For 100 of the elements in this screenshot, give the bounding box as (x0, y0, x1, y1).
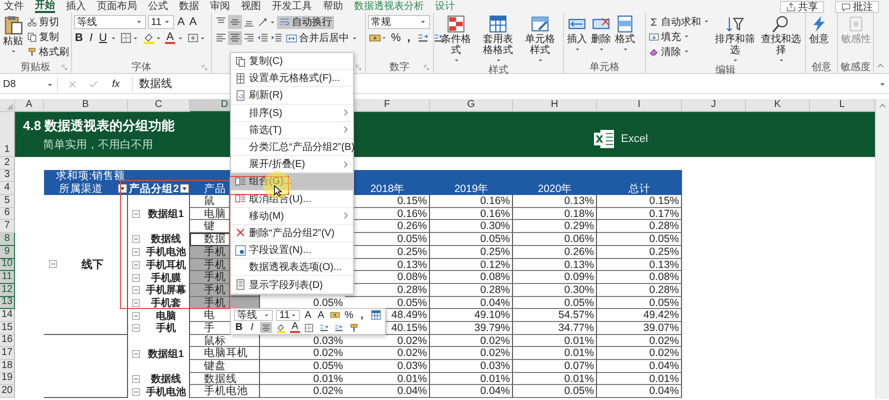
clear-button[interactable]: 清除 (648, 45, 711, 58)
menu-item[interactable]: 显示字段列表(D) (231, 276, 353, 294)
ribbon-tab[interactable]: 帮助 (323, 0, 343, 13)
row-header[interactable]: 2 (0, 157, 15, 170)
menu-item[interactable]: 移动(M) (231, 208, 353, 225)
borders-button[interactable] (303, 322, 315, 334)
paste-button[interactable]: 粘贴 (2, 15, 24, 55)
copy-button[interactable]: 复制 (26, 30, 70, 43)
row-header[interactable]: 8 (0, 233, 15, 246)
row-header[interactable]: 14 (0, 309, 15, 322)
autosum-button[interactable]: 自动求和 (648, 15, 711, 28)
increase-font-button[interactable]: A (303, 310, 313, 321)
row-header[interactable]: 13 (0, 296, 15, 310)
font-size-field[interactable]: 11 (276, 310, 300, 321)
ribbon-tab[interactable]: 视图 (241, 0, 261, 13)
filter-button[interactable] (180, 184, 189, 194)
format-painter-button[interactable]: 格式刷 (26, 45, 70, 58)
percent-button[interactable]: % (344, 310, 354, 321)
phonetic-button[interactable] (186, 31, 207, 45)
menu-item[interactable]: 字段设置(N)... (231, 242, 353, 260)
row-header[interactable]: 18 (0, 360, 15, 373)
decrease-font-button[interactable]: A (188, 15, 198, 29)
collapse-icon[interactable] (131, 285, 141, 296)
style-button[interactable]: 单元格样式 (520, 15, 560, 64)
ribbon-tab[interactable]: 审阅 (210, 0, 230, 13)
format-painter-button[interactable] (348, 322, 360, 334)
row-header[interactable]: 19 (0, 372, 15, 386)
ribbon-tab[interactable]: 设计 (435, 0, 455, 13)
menu-item[interactable]: 设置单元格格式(F)... (231, 70, 353, 88)
row-header[interactable]: 6 (0, 208, 15, 220)
vertical-scrollbar[interactable] (875, 99, 889, 399)
cut-button[interactable]: 剪切 (26, 15, 70, 28)
underline-button[interactable]: U (98, 31, 108, 45)
currency-button[interactable] (329, 310, 341, 321)
ribbon-tab[interactable]: 页面布局 (97, 0, 137, 13)
row-header[interactable]: 11 (0, 271, 15, 284)
collapse-icon[interactable] (131, 310, 141, 321)
column-header[interactable]: H (513, 99, 597, 112)
collapse-icon[interactable] (131, 386, 141, 397)
column-header[interactable]: I (597, 99, 682, 112)
cells-button[interactable]: 插入 (566, 15, 588, 53)
cells-button[interactable]: 删除 (590, 15, 612, 53)
ribbon-tab[interactable]: 公式 (148, 0, 168, 13)
column-header[interactable]: L (810, 99, 875, 112)
row-header[interactable]: 3 (0, 170, 15, 182)
comma-button[interactable]: , (357, 310, 367, 321)
font-name-field[interactable]: 等线 (234, 310, 274, 321)
row-header[interactable]: 4 (0, 182, 15, 196)
collapse-icon[interactable] (131, 209, 141, 220)
increase-decimal-button[interactable] (318, 322, 330, 334)
fill-button[interactable]: 填充 (648, 30, 711, 43)
collapse-icon[interactable] (131, 272, 141, 283)
ribbon-tab[interactable]: 开发工具 (272, 0, 312, 13)
find-select-button[interactable]: 查找和选择 (759, 15, 803, 64)
row-header[interactable]: 16 (0, 334, 15, 348)
ribbon-tab[interactable]: 数据透视表分析 (354, 0, 424, 13)
format-cells-button[interactable] (370, 310, 382, 321)
menu-item[interactable]: 复制(C) (231, 53, 353, 70)
row-header[interactable]: 7 (0, 220, 15, 234)
column-header[interactable]: G (430, 99, 513, 112)
column-header[interactable]: J (682, 99, 746, 112)
filter-button[interactable] (118, 184, 127, 194)
share-button[interactable]: 共享 (780, 0, 824, 12)
align-middle-button[interactable] (228, 15, 242, 29)
row-header[interactable]: 15 (0, 322, 15, 335)
percent-button[interactable]: % (390, 31, 402, 45)
ribbon-tab[interactable]: 插入 (66, 0, 86, 13)
bold-button[interactable]: B (74, 31, 84, 45)
name-box[interactable]: D8 (0, 77, 58, 92)
collapse-icon[interactable] (48, 259, 58, 270)
column-header[interactable]: A (15, 99, 44, 112)
menu-item[interactable]: 分类汇总“产品分组2”(B) (231, 138, 353, 156)
cells-button[interactable]: 格式 (614, 15, 636, 53)
font-size-field[interactable]: 11 (148, 15, 174, 29)
ideas-button[interactable]: 创意 (808, 15, 830, 45)
font-color-button[interactable]: A (165, 32, 175, 44)
collapse-icon[interactable] (131, 323, 141, 334)
menu-item[interactable]: 删除“产品分组2”(V) (231, 224, 353, 242)
row-header[interactable]: 12 (0, 284, 15, 297)
italic-button[interactable]: I (86, 31, 96, 45)
borders-button[interactable] (119, 31, 140, 45)
row-header[interactable]: 17 (0, 347, 15, 360)
font-name-field[interactable]: 等线 (74, 15, 146, 29)
collapse-icon[interactable] (131, 374, 141, 384)
row-header[interactable]: 20 (0, 385, 15, 398)
fill-color-button[interactable] (142, 31, 163, 45)
style-button[interactable]: 套用表格格式 (478, 15, 518, 64)
formula-input[interactable]: 数据线 (132, 77, 219, 92)
wrap-text-button[interactable]: 自动换行 (277, 16, 334, 28)
menu-item[interactable]: 筛选(T) (231, 122, 353, 139)
collapse-icon[interactable] (131, 298, 141, 308)
collapse-icon[interactable] (131, 234, 141, 244)
style-button[interactable]: 条件格式 (436, 15, 476, 64)
collapse-icon[interactable] (131, 247, 141, 258)
ribbon-tab[interactable]: 文件 (4, 0, 24, 13)
row-header[interactable]: 5 (0, 195, 15, 208)
decrease-font-button[interactable]: A (316, 310, 326, 321)
menu-item[interactable]: 数据透视表选项(O)... (231, 259, 353, 276)
row-header[interactable]: 10 (0, 258, 15, 272)
sort-filter-button[interactable]: 排序和筛选 (713, 15, 757, 64)
